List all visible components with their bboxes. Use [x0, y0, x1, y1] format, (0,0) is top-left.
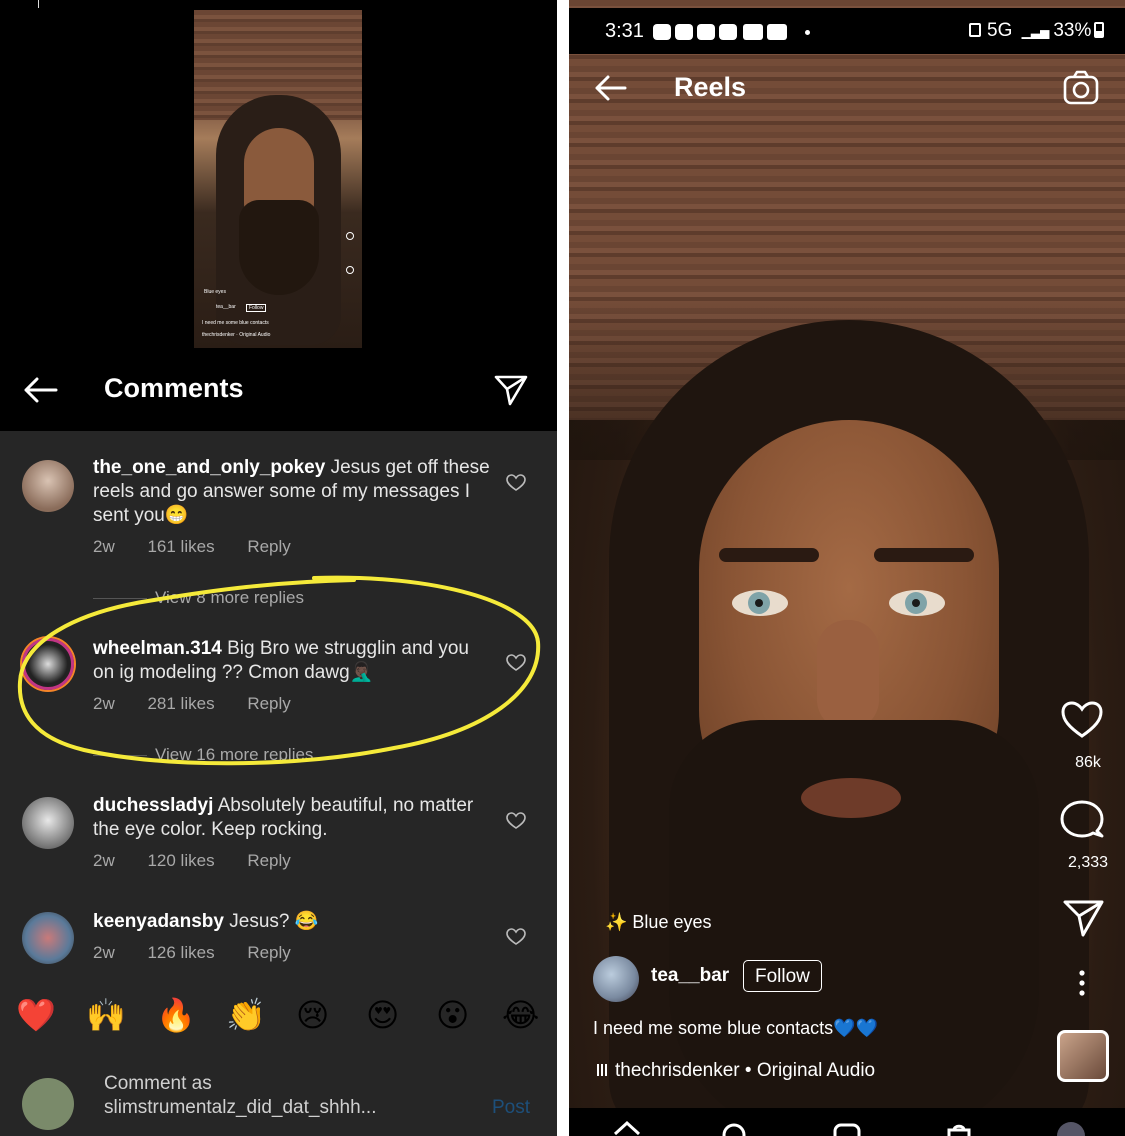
thumb-follow: Follow	[246, 304, 267, 312]
signal-icon: ▁▃▅	[1021, 25, 1050, 39]
battery-icon	[1094, 22, 1105, 38]
more-options-icon[interactable]	[1079, 970, 1085, 996]
like-heart-icon[interactable]	[1060, 700, 1104, 740]
youtube-icon	[743, 24, 763, 40]
thumb-caption: I need me some blue contacts	[202, 320, 269, 326]
reel-thumbnail[interactable]: Blue eyes tea__bar Follow I need me some…	[194, 10, 362, 348]
reels-screen: 3:31 5G ▁▃▅ 33% Reels 86k 2,333 ✨ Blue ey…	[569, 0, 1125, 1136]
reply-button[interactable]: Reply	[247, 851, 290, 870]
comments-header	[0, 355, 557, 431]
battery-label: 33%	[1053, 20, 1092, 41]
owner-username[interactable]: tea__bar	[651, 965, 729, 987]
camera-icon[interactable]	[1063, 70, 1099, 106]
status-indicators: 5G ▁▃▅ 33%	[969, 20, 1105, 42]
like-heart-icon[interactable]	[506, 928, 526, 946]
back-arrow-icon[interactable]	[22, 376, 58, 404]
comment-likes[interactable]: 161 likes	[147, 537, 214, 556]
comment-meta: 2w 126 likes Reply	[93, 943, 319, 963]
comment-body: Jesus? 😂	[229, 911, 319, 932]
reply-button[interactable]: Reply	[247, 537, 290, 556]
comment-icon[interactable]	[1060, 800, 1104, 840]
audio-label: thechrisdenker • Original Audio	[615, 1060, 876, 1081]
avatar[interactable]	[22, 460, 74, 512]
shop-icon[interactable]	[945, 1120, 973, 1136]
lock-icon	[969, 23, 981, 37]
comment-count: 2,333	[1067, 854, 1109, 871]
emoji-crying[interactable]: 😢	[296, 990, 329, 1040]
comment-text: the_one_and_only_pokey Jesus get off the…	[93, 456, 493, 528]
like-heart-icon[interactable]	[506, 474, 526, 492]
audio-thumbnail[interactable]	[1057, 1030, 1109, 1082]
emoji-raised-hands[interactable]: 🙌	[86, 990, 126, 1040]
comment-text: duchessladyj Absolutely beautiful, no ma…	[93, 794, 493, 842]
eyebrow-right	[874, 548, 974, 562]
post-button[interactable]: Post	[492, 1097, 530, 1119]
comments-screen: Blue eyes tea__bar Follow I need me some…	[0, 0, 557, 1136]
comment-text: keenyadansby Jesus? 😂	[93, 910, 493, 934]
avatar[interactable]	[22, 912, 74, 964]
search-icon[interactable]	[721, 1122, 749, 1136]
comment-meta: 2w 161 likes Reply	[93, 537, 319, 557]
thumb-comment-icon	[346, 266, 354, 274]
thumb-owner: tea__bar	[216, 304, 236, 310]
send-icon[interactable]	[1062, 898, 1106, 938]
notification-icon	[653, 24, 671, 40]
page-title: Reels	[674, 72, 747, 102]
send-icon[interactable]	[494, 374, 528, 406]
divider	[38, 0, 39, 8]
my-avatar	[22, 1078, 74, 1130]
emoji-heart[interactable]: ❤️	[16, 990, 56, 1040]
youtube-icon	[767, 24, 787, 40]
eye-left	[732, 590, 788, 616]
beard-shape	[239, 200, 319, 295]
emoji-bar: ❤️ 🙌 🔥 👏 😢 😍 😮 😂	[0, 990, 557, 1040]
emoji-heart-eyes[interactable]: 😍	[366, 990, 399, 1040]
comment-age: 2w	[93, 851, 115, 870]
thumb-effect: Blue eyes	[204, 289, 226, 295]
home-icon[interactable]	[613, 1120, 641, 1136]
audio-track[interactable]: thechrisdenker • Original Audio	[597, 1060, 875, 1082]
highlight-circle	[17, 575, 541, 766]
emoji-laughing[interactable]: 😂	[502, 990, 539, 1040]
like-count: 86k	[1075, 754, 1101, 771]
follow-button[interactable]: Follow	[743, 960, 822, 992]
more-notifications-dot	[805, 30, 810, 35]
audio-bars-icon	[597, 1064, 609, 1076]
back-arrow-icon[interactable]	[593, 74, 627, 102]
avatar[interactable]	[593, 956, 639, 1002]
caption[interactable]: I need me some blue contacts💙💙	[593, 1018, 878, 1039]
effect-label: Blue eyes	[632, 912, 712, 932]
thumb-audio: thechrisdenker · Original Audio	[202, 332, 271, 338]
comment-meta: 2w 120 likes Reply	[93, 851, 319, 871]
comment-username[interactable]: keenyadansby	[93, 911, 224, 932]
comment-username[interactable]: the_one_and_only_pokey	[93, 457, 325, 478]
comment-age: 2w	[93, 943, 115, 962]
comment-likes[interactable]: 120 likes	[147, 851, 214, 870]
reply-button[interactable]: Reply	[247, 943, 290, 962]
eyebrow-left	[719, 548, 819, 562]
emoji-clap[interactable]: 👏	[226, 990, 266, 1040]
eye-right	[889, 590, 945, 616]
comment-likes[interactable]: 126 likes	[147, 943, 214, 962]
emoji-surprised[interactable]: 😮	[436, 990, 469, 1040]
effect-tag[interactable]: ✨ Blue eyes	[605, 912, 711, 933]
reels-icon[interactable]	[833, 1122, 861, 1136]
comment-age: 2w	[93, 537, 115, 556]
comment-input[interactable]: Comment as slimstrumentalz_did_dat_shhh.…	[104, 1072, 464, 1120]
emoji-fire[interactable]: 🔥	[156, 990, 196, 1040]
avatar[interactable]	[22, 797, 74, 849]
notification-icon	[719, 24, 737, 40]
like-heart-icon[interactable]	[506, 812, 526, 830]
sparkle-icon: ✨	[605, 912, 633, 932]
status-time: 3:31	[605, 20, 644, 42]
notification-icon	[675, 24, 693, 40]
thumb-heart-icon	[346, 232, 354, 240]
comment-username[interactable]: duchessladyj	[93, 795, 213, 816]
notification-icon	[697, 24, 715, 40]
lips-shape	[801, 778, 901, 818]
page-title: Comments	[104, 373, 244, 403]
network-label: 5G	[987, 20, 1013, 41]
nose-shape	[817, 620, 879, 730]
